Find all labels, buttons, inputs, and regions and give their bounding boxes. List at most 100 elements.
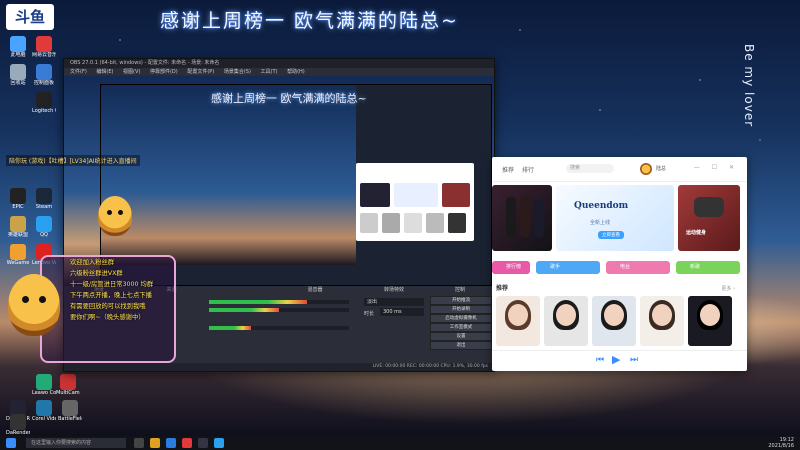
notice-line: 下午两点开播，晚上七点下播: [70, 292, 152, 299]
song-thumb[interactable]: [640, 296, 684, 346]
desktop-icon-label: MultiCam Capture: [56, 390, 80, 396]
section-more-link[interactable]: 更多 ›: [721, 285, 735, 292]
menu-docks[interactable]: 停靠部件(D): [150, 69, 178, 75]
task-view-icon[interactable]: [134, 438, 144, 448]
section-title: 推荐: [496, 285, 509, 292]
duration-input[interactable]: 300 ms: [380, 308, 424, 316]
desktop-icon-label: Steam: [35, 204, 53, 210]
hero-main-banner[interactable]: Queendom 全新上线 立即查看: [556, 185, 674, 251]
desktop-icon[interactable]: Logitech G HUB: [32, 92, 56, 114]
desktop-icon[interactable]: EPIC: [6, 188, 30, 210]
dock-transitions-title: 转场特效: [383, 287, 404, 293]
vertical-lyric-text: Be my lover: [742, 44, 756, 128]
transition-select[interactable]: 淡出: [364, 298, 424, 306]
douyu-logo: 斗鱼: [6, 4, 54, 30]
app-icon: [36, 92, 52, 108]
desktop-icon-label: 此电脑: [10, 52, 26, 58]
app-icon: [62, 400, 78, 416]
user-name[interactable]: 陆总: [656, 165, 666, 172]
desktop-icon[interactable]: MultiCam Capture: [56, 374, 80, 396]
desktop-icon[interactable]: 网易云音乐: [32, 36, 56, 58]
desktop-icon-label: 回收站: [10, 80, 26, 86]
tag-new-songs[interactable]: 新歌: [676, 261, 740, 274]
desktop-icon[interactable]: Steam: [32, 188, 56, 210]
music-app-window[interactable]: 推荐 排行 搜索 陆总 — ☐ ✕ Queendom 全新上线 立即查看 运动健…: [492, 157, 747, 371]
nav-recommend[interactable]: 推荐: [502, 167, 514, 174]
menu-file[interactable]: 文件(F): [70, 69, 87, 75]
desktop-icon[interactable]: BattleField 1: [58, 400, 82, 422]
app-icon: [36, 64, 52, 80]
pizza-mascot-large: [8, 274, 60, 336]
desktop-icon[interactable]: Leawo Convert: [32, 374, 56, 396]
mixer-track-aux[interactable]: [209, 326, 349, 330]
desktop-icon-label: 英雄联盟: [7, 232, 28, 238]
qq-taskbar-icon[interactable]: [214, 438, 224, 448]
music-topbar: 推荐 排行 搜索 陆总 — ☐ ✕: [492, 157, 747, 182]
song-thumb[interactable]: [496, 296, 540, 346]
tag-radio[interactable]: 电台: [606, 261, 670, 274]
hero-button[interactable]: 立即查看: [598, 231, 624, 239]
desktop-icon[interactable]: Corel VideoStud: [32, 400, 56, 422]
song-thumb[interactable]: [688, 296, 732, 346]
notice-line: 要你们啊~（晚头感谢中）: [70, 314, 145, 321]
desktop-icon[interactable]: 英雄联盟: [6, 216, 30, 238]
desktop-icon[interactable]: QQ: [32, 216, 56, 238]
start-streaming-button[interactable]: 开始推流: [430, 296, 492, 305]
app-icon: [10, 216, 26, 232]
tag-singers[interactable]: 歌手: [536, 261, 600, 274]
menu-profile[interactable]: 配置文件(P): [187, 69, 214, 75]
notice-line: 欢迎加入粉丝群: [70, 259, 115, 266]
app-icon: [10, 64, 26, 80]
song-thumb[interactable]: [592, 296, 636, 346]
windows-start-icon[interactable]: [6, 438, 16, 448]
window-controls[interactable]: — ☐ ✕: [694, 164, 739, 171]
desktop-icon[interactable]: WeGame: [6, 244, 30, 266]
desktop-icon[interactable]: 控制面板: [32, 64, 56, 86]
user-avatar[interactable]: [640, 163, 652, 175]
desktop-icon[interactable]: 此电脑: [6, 36, 30, 58]
taskbar-search-input[interactable]: 在这里输入你要搜索的内容: [26, 438, 126, 448]
song-thumb[interactable]: [544, 296, 588, 346]
nested-music-app: [356, 163, 474, 241]
tag-charts[interactable]: 排行榜: [492, 261, 530, 274]
desktop-icon[interactable]: 回收站: [6, 64, 30, 86]
menu-help[interactable]: 帮助(H): [287, 69, 305, 75]
hero-title: Queendom: [574, 201, 629, 211]
desktop-icon-label: EPIC: [12, 204, 24, 210]
hero-side-banner[interactable]: 运动健身: [678, 185, 740, 251]
menu-edit[interactable]: 编辑(E): [96, 69, 113, 75]
notice-line: 十一级/房管进日常3000 均群: [70, 281, 154, 288]
obs-menubar: 文件(F) 编辑(E) 视图(V) 停靠部件(D) 配置文件(P) 场景集合(S…: [64, 68, 494, 76]
start-recording-button[interactable]: 开始录制: [430, 305, 492, 314]
studio-mode-button[interactable]: 工作室模式: [430, 323, 492, 332]
file-explorer-icon[interactable]: [150, 438, 160, 448]
desktop-icon-label: WeGame: [6, 260, 30, 266]
virtual-camera-button[interactable]: 启动虚拟摄像机: [430, 314, 492, 323]
prev-icon[interactable]: ⏮: [596, 355, 604, 365]
mixer-track-desktop[interactable]: [209, 300, 349, 304]
music-search-input[interactable]: 搜索: [566, 164, 614, 173]
desktop-icon-label: 网易云音乐: [32, 52, 56, 58]
settings-button[interactable]: 设置: [430, 332, 492, 341]
netease-music-icon[interactable]: [182, 438, 192, 448]
exit-button[interactable]: 退出: [430, 341, 492, 350]
menu-tools[interactable]: 工具(T): [261, 69, 278, 75]
browser-icon[interactable]: [166, 438, 176, 448]
mixer-track-mic[interactable]: [209, 308, 349, 312]
play-icon[interactable]: ▶: [612, 353, 620, 366]
hero-left-banner[interactable]: [492, 185, 552, 251]
desktop-icon-label: Corel VideoStud: [32, 416, 56, 422]
music-player-bar: ⏮ ▶ ⏭: [492, 350, 747, 371]
menu-scene-collection[interactable]: 场景集合(S): [224, 69, 251, 75]
system-clock[interactable]: 19:12 2021/8/16: [768, 437, 794, 449]
menu-view[interactable]: 视图(V): [123, 69, 140, 75]
desktop-icon[interactable]: DaRenderd: [6, 414, 30, 436]
app-icon: [60, 374, 76, 390]
notice-line: 六级粉丝群进VX群: [70, 270, 123, 277]
next-icon[interactable]: ⏭: [630, 355, 638, 365]
app-icon: [36, 216, 52, 232]
nav-charts[interactable]: 排行: [522, 167, 534, 174]
obs-taskbar-icon[interactable]: [198, 438, 208, 448]
desktop-icon-label: 控制面板: [33, 80, 54, 86]
app-icon: [36, 374, 52, 390]
